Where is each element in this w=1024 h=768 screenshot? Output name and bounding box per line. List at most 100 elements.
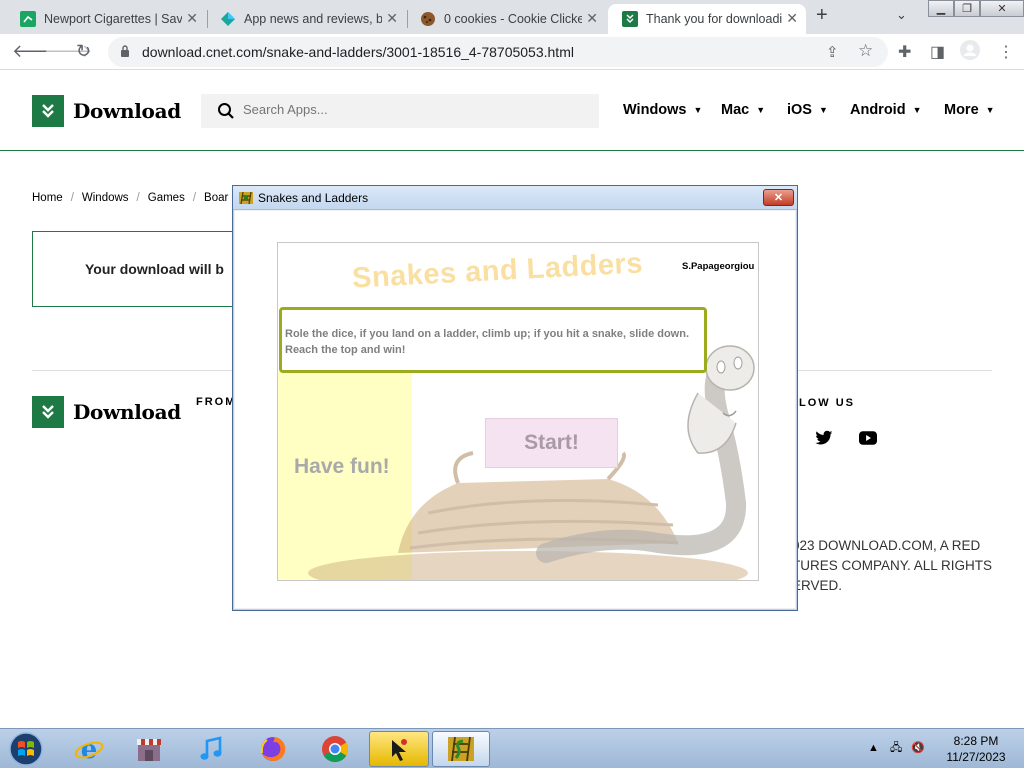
site-header: Download Windows ▼ Mac ▼ iOS ▼ Android ▼ Mor…: [0, 71, 1024, 151]
breadcrumb-home[interactable]: Home: [32, 192, 63, 204]
breadcrumb-games[interactable]: Games: [148, 192, 185, 204]
nav-ios[interactable]: iOS ▼: [787, 102, 828, 118]
close-tab-icon[interactable]: ✕: [586, 10, 598, 27]
system-clock[interactable]: 8:28 PM 11/27/2023: [938, 733, 1014, 765]
network-icon[interactable]: 🖧: [890, 742, 902, 754]
show-hidden-icons-icon[interactable]: ▲: [868, 742, 879, 754]
nav-label: Mac: [721, 102, 750, 118]
svg-text:e: e: [81, 735, 98, 764]
caret-down-icon: ▼: [818, 105, 828, 116]
footer-logo-text: Download: [73, 400, 181, 424]
nav-android[interactable]: Android ▼: [850, 102, 922, 118]
window-title: Snakes and Ladders: [258, 191, 369, 205]
nav-more[interactable]: More ▼: [944, 102, 995, 118]
start-button[interactable]: Start!: [485, 418, 618, 468]
nav-label: Android: [850, 102, 906, 118]
snake-basket-illustration: [308, 345, 755, 580]
breadcrumb-separator: /: [70, 192, 74, 204]
windows-start-icon[interactable]: [6, 731, 46, 767]
close-tab-icon[interactable]: ✕: [186, 10, 198, 27]
clock-time: 8:28 PM: [953, 734, 999, 748]
nav-label: Windows: [623, 102, 687, 118]
cursor-app-icon[interactable]: [369, 731, 429, 767]
game-author: S.Papageorgiou: [682, 261, 755, 272]
itunes-icon[interactable]: [182, 731, 240, 767]
tab-thank-you[interactable]: Thank you for downloadi ✕: [608, 4, 806, 34]
close-window-button[interactable]: ✕: [763, 189, 794, 206]
have-fun-label: Have fun!: [294, 455, 390, 478]
breadcrumb-separator: /: [192, 192, 197, 204]
system-tray: ▲ 🖧 🔇: [868, 739, 925, 758]
window-client-area: Snakes and Ladders S.Papageorgiou Role t…: [235, 211, 795, 608]
breadcrumb-separator: /: [136, 192, 140, 204]
chevron-down-icon[interactable]: ⌄: [896, 7, 907, 23]
youtube-icon[interactable]: [859, 430, 877, 446]
copyright-text: 023 DOWNLOAD.COM, A RED TURES COMPANY. A…: [792, 538, 993, 593]
caret-down-icon: ▼: [912, 105, 922, 116]
kebab-menu-icon[interactable]: ⋮: [998, 42, 1014, 62]
clock-date: 11/27/2023: [946, 750, 1006, 764]
firefox-icon[interactable]: [244, 731, 302, 767]
lock-icon: [121, 45, 129, 57]
windows-taskbar: e ▲ 🖧 🔇 8:28 PM 11/27/2023: [0, 728, 1024, 768]
snakes-ladders-app-icon: [239, 191, 253, 205]
download-message: Your download will b: [85, 261, 224, 277]
close-tab-icon[interactable]: ✕: [386, 10, 398, 27]
tab-newport[interactable]: Newport Cigarettes | Save ✕: [6, 4, 206, 34]
volume-muted-icon[interactable]: 🔇: [911, 742, 925, 754]
newport-favicon-icon: [20, 11, 36, 27]
browser-tab-strip: Newport Cigarettes | Save ✕ App news and…: [0, 0, 1024, 34]
tab-cookie-clicker[interactable]: 0 cookies - Cookie Clicker ✕: [406, 4, 606, 34]
extensions-puzzle-icon[interactable]: ✚: [898, 42, 911, 62]
rules-text: Role the dice, if you land on a ladder, …: [285, 328, 690, 356]
chrome-icon[interactable]: [306, 731, 364, 767]
snakes-ladders-icon[interactable]: [432, 731, 490, 767]
tab-app-news[interactable]: App news and reviews, b ✕: [206, 4, 406, 34]
url-text: download.cnet.com/snake-and-ladders/3001…: [142, 44, 574, 60]
search-bar[interactable]: [201, 94, 599, 128]
nav-windows[interactable]: Windows ▼: [623, 102, 702, 118]
nav-label: More: [944, 102, 979, 118]
window-controls: ▁ ❐ ✕: [928, 0, 1024, 18]
new-tab-icon[interactable]: +: [816, 4, 828, 27]
breadcrumb-board[interactable]: Boar: [204, 192, 228, 204]
store-icon[interactable]: [120, 731, 178, 767]
rules-box: Role the dice, if you land on a ladder, …: [279, 307, 707, 373]
download-favicon-icon: [622, 11, 638, 27]
tab-title: 0 cookies - Cookie Clicker: [444, 12, 582, 26]
tab-title: Thank you for downloadi: [646, 12, 783, 26]
tab-title: App news and reviews, b: [244, 12, 382, 26]
snakes-ladders-window: Snakes and Ladders ✕ Snakes and Ladders …: [232, 185, 798, 611]
tab-title: Newport Cigarettes | Save: [44, 12, 182, 26]
search-icon: [218, 103, 234, 119]
breadcrumb: Home / Windows / Games / Boar: [32, 192, 228, 204]
reload-icon[interactable]: ↻: [76, 41, 91, 62]
follow-us-label: LOW US: [799, 397, 855, 409]
browser-toolbar: 🡐 🡒 ↻ download.cnet.com/snake-and-ladder…: [0, 34, 1024, 70]
from-label: FROM: [196, 396, 237, 408]
caret-down-icon: ▼: [985, 105, 995, 116]
breadcrumb-windows[interactable]: Windows: [82, 192, 129, 204]
search-input[interactable]: [243, 102, 583, 117]
download-logo-icon: [32, 95, 64, 127]
logo-text: Download: [73, 99, 181, 123]
restore-icon[interactable]: ❐: [954, 0, 980, 17]
minimize-icon[interactable]: ▁: [928, 0, 954, 17]
caret-down-icon: ▼: [693, 105, 703, 116]
footer-logo[interactable]: Download: [32, 396, 181, 428]
twitter-icon[interactable]: [815, 430, 833, 446]
game-panel: Snakes and Ladders S.Papageorgiou Role t…: [277, 242, 759, 581]
site-logo[interactable]: Download: [32, 95, 181, 127]
nav-mac[interactable]: Mac ▼: [721, 102, 765, 118]
profile-avatar-icon[interactable]: [960, 40, 980, 65]
caret-down-icon: ▼: [756, 105, 766, 116]
side-panel-icon[interactable]: ◨: [930, 42, 945, 62]
address-bar[interactable]: download.cnet.com/snake-and-ladders/3001…: [108, 37, 888, 67]
bookmark-star-icon[interactable]: ☆: [858, 41, 873, 61]
close-tab-icon[interactable]: ✕: [786, 10, 798, 27]
share-icon[interactable]: ⇪: [826, 43, 839, 61]
internet-explorer-icon[interactable]: e: [60, 731, 118, 767]
window-titlebar[interactable]: Snakes and Ladders ✕: [233, 186, 797, 210]
diamond-favicon-icon: [220, 11, 236, 27]
close-window-icon[interactable]: ✕: [980, 0, 1024, 17]
